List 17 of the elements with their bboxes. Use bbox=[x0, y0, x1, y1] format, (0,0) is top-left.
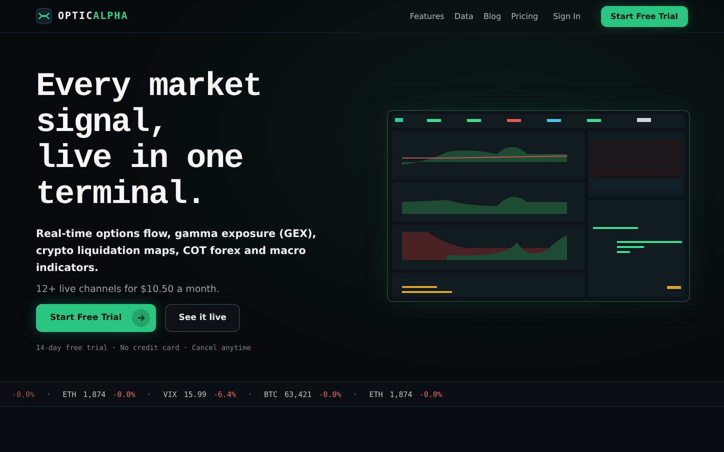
subtitle: Real-time options flow, gamma exposure (GEX), crypto liquidation maps, COT forex and macro indicators. bbox=[36, 227, 318, 276]
separator-dot bbox=[248, 393, 251, 395]
nav-link[interactable]: Data bbox=[454, 12, 474, 20]
brand-name[interactable]: OPTICALPHA bbox=[58, 10, 128, 22]
headline: Every market signal, live in one terminal. bbox=[36, 69, 263, 213]
start-trial-button[interactable]: Start Free Trial bbox=[36, 304, 156, 332]
separator-dot bbox=[148, 393, 150, 395]
logo-icon bbox=[36, 8, 52, 24]
price-note: 12+ live channels for $10.50 a month. bbox=[36, 284, 220, 295]
separator-dot bbox=[354, 393, 356, 395]
sign-in-link[interactable]: Sign In bbox=[553, 12, 581, 20]
nav-link[interactable]: Blog bbox=[483, 12, 502, 20]
nav-link[interactable]: Features bbox=[410, 12, 444, 20]
separator-dot bbox=[48, 393, 50, 395]
start-trial-button[interactable]: Start Free Trial bbox=[600, 6, 688, 26]
see-it-live-button[interactable]: See it live bbox=[164, 304, 240, 332]
nav-link[interactable]: Pricing bbox=[511, 12, 538, 20]
